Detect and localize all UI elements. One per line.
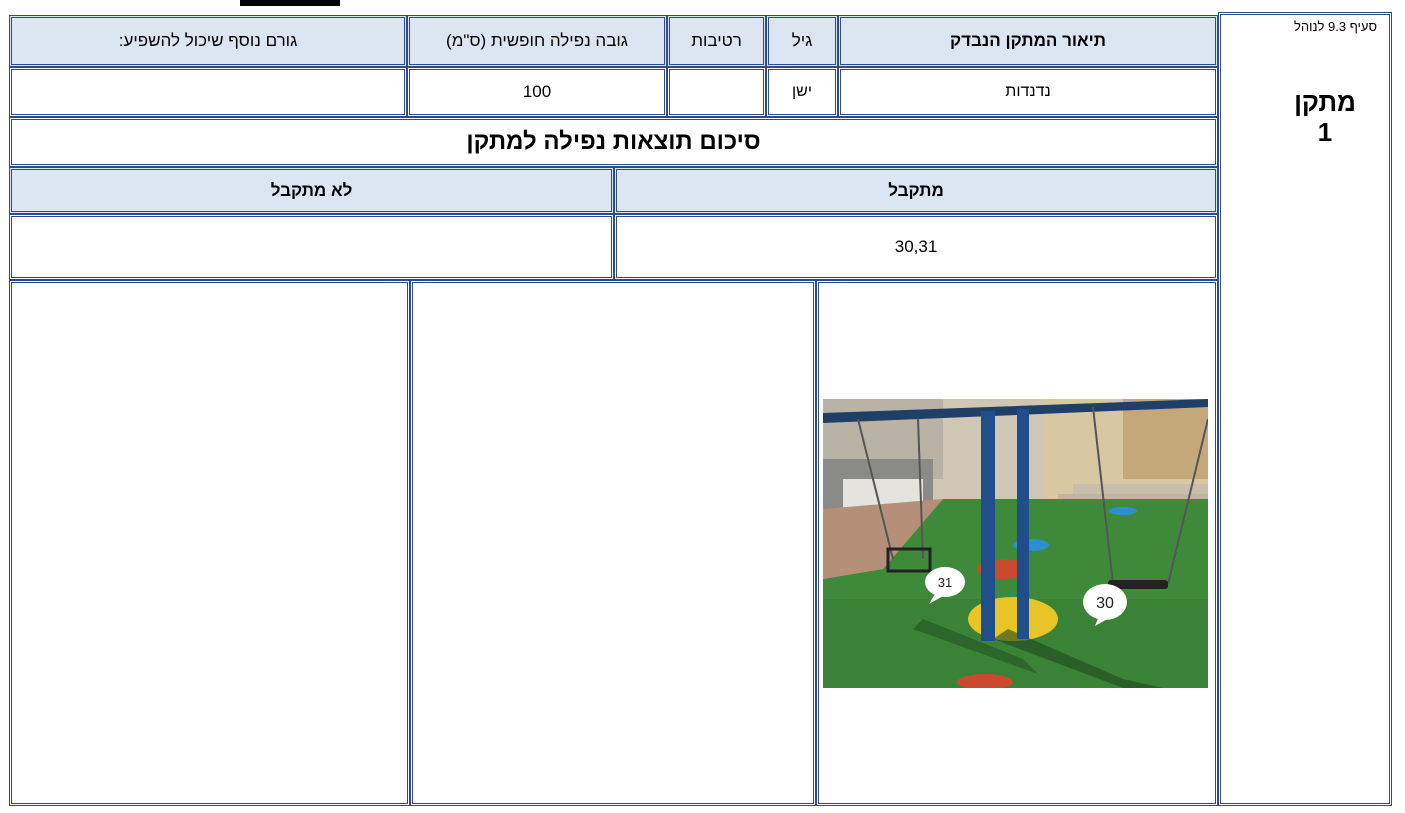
photo-cell-3 xyxy=(9,280,410,806)
rejected-header: לא מתקבל xyxy=(9,167,614,214)
accepted-value: 30,31 xyxy=(614,214,1218,280)
header-fall-height: גובה נפילה חופשית (ס"מ) xyxy=(407,15,667,67)
photo-label-31: 31 xyxy=(938,575,952,590)
summary-title: סיכום תוצאות נפילה למתקן xyxy=(9,117,1218,167)
item-title: מתקן 1 xyxy=(1221,87,1389,147)
row-description: נדנדות xyxy=(838,67,1218,117)
header-description: תיאור המתקן הנבדק xyxy=(838,15,1218,67)
page-top-mark xyxy=(240,0,340,6)
row-fall-height: 100 xyxy=(407,67,667,117)
photo-label-30: 30 xyxy=(1096,595,1114,612)
playground-swing-photo: 31 30 xyxy=(823,399,1208,688)
header-extra-factor: גורם נוסף שיכול להשפיע: xyxy=(9,15,407,67)
row-age: ישן xyxy=(766,67,838,117)
photo-cell-2 xyxy=(410,280,816,806)
item-number: 1 xyxy=(1317,117,1333,147)
section-label: סעיף 9.3 לנוהל xyxy=(1293,19,1377,34)
rejected-value xyxy=(9,214,614,280)
row-moisture xyxy=(667,67,766,117)
header-age: גיל xyxy=(766,15,838,67)
row-extra-factor xyxy=(9,67,407,117)
accepted-header: מתקבל xyxy=(614,167,1218,214)
header-moisture: רטיבות xyxy=(667,15,766,67)
item-title-text: מתקן xyxy=(1294,87,1356,117)
item-side-panel: סעיף 9.3 לנוהל מתקן 1 xyxy=(1218,12,1392,806)
